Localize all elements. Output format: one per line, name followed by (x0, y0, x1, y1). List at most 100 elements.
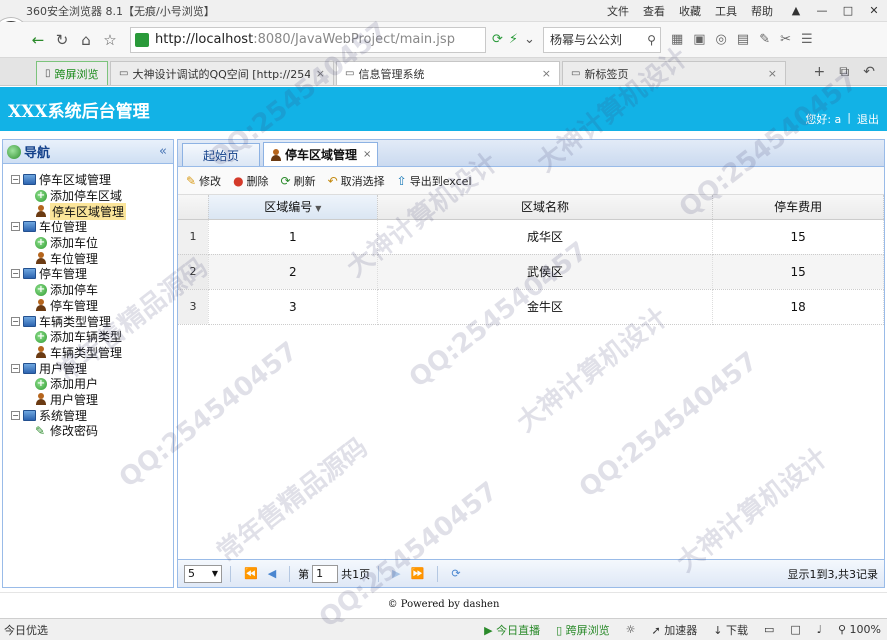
add-icon: + (35, 377, 47, 390)
export-excel-button[interactable]: ⇧ 导出到excel (397, 173, 472, 189)
status-window-icon[interactable]: □ (790, 623, 800, 636)
note-icon[interactable]: ✎ (759, 32, 770, 47)
status-ie-icon[interactable]: ☼ (626, 623, 636, 636)
next-page-icon[interactable]: ▶ (392, 567, 400, 580)
column-header-area-name[interactable]: 区域名称 (377, 195, 714, 220)
nav-item-change-password[interactable]: ✎ 修改密码 (3, 423, 173, 439)
refresh-cycle-icon[interactable]: ⟳ (492, 32, 503, 47)
nav-group-parking-area[interactable]: − 停车区域管理 (3, 172, 173, 188)
star-icon[interactable]: ☆ (98, 31, 122, 49)
tab-home[interactable]: 起始页 (182, 143, 261, 166)
column-header-fee[interactable]: 停车费用 (712, 195, 884, 220)
tab-close-icon[interactable]: × (762, 67, 777, 80)
reload-icon[interactable]: ↻ (50, 31, 74, 49)
column-header-area-id[interactable]: 区域编号 ▼ (208, 195, 378, 220)
logout-link[interactable]: 退出 (857, 111, 879, 127)
nav-item-user-manage[interactable]: 用户管理 (3, 392, 173, 408)
collapse-toggle-icon[interactable]: − (11, 316, 20, 326)
refresh-button[interactable]: ⟳ 刷新 (281, 173, 316, 189)
tab-qq-zone[interactable]: ▭ 大神设计调试的QQ空间 [http://2545... × (110, 61, 334, 85)
nav-group-system[interactable]: − 系统管理 (3, 407, 173, 423)
page-icon: ▭ (345, 68, 355, 79)
delete-button[interactable]: ● 删除 (233, 173, 268, 189)
nav-item-parking-manage[interactable]: 停车管理 (3, 298, 173, 314)
search-icon[interactable]: ⚲ (647, 33, 656, 47)
menu-help[interactable]: 帮助 (751, 3, 773, 19)
nav-item-add-parking-space[interactable]: + 添加车位 (3, 235, 173, 251)
main-tab-bar: 起始页 停车区域管理 × (178, 140, 884, 167)
table-row[interactable]: 2 2 武侯区 15 (178, 254, 884, 290)
tab-parking-area-manage[interactable]: 停车区域管理 × (263, 142, 379, 166)
cell-area-id: 2 (208, 254, 378, 290)
collapse-toggle-icon[interactable]: − (11, 410, 20, 420)
home-icon[interactable]: ⌂ (74, 31, 98, 49)
maximize-icon[interactable]: □ (835, 4, 861, 17)
lightning-icon[interactable]: ⚡ (509, 32, 518, 47)
nav-item-vehicle-type-manage[interactable]: 车辆类型管理 (3, 345, 173, 361)
computer-icon (23, 174, 36, 186)
guard-icon[interactable]: ◎ (716, 32, 727, 47)
tab-split-browse[interactable]: ▯ 跨屏浏览 (36, 61, 108, 85)
collapse-icon[interactable]: « (159, 144, 167, 159)
status-today-picks[interactable]: 今日优选 (0, 622, 48, 638)
tab-new-tab[interactable]: ▭ 新标签页 × (562, 61, 786, 85)
status-split-browse[interactable]: ▯ 跨屏浏览 (556, 622, 610, 638)
search-input[interactable]: 杨幂与公公刘 ⚲ (542, 26, 661, 53)
table-row[interactable]: 1 1 成华区 15 (178, 219, 884, 255)
edit-button[interactable]: ✎ 修改 (186, 173, 221, 189)
tab-close-icon[interactable]: × (363, 149, 371, 160)
bookmark-icon[interactable]: ▣ (693, 32, 705, 47)
nav-item-label: 车位管理 (50, 251, 99, 266)
status-accelerate[interactable]: ➚ 加速器 (652, 622, 698, 638)
menu-view[interactable]: 查看 (643, 3, 665, 19)
apps-icon[interactable]: ▦ (671, 32, 683, 47)
last-page-icon[interactable]: ⏩ (411, 567, 425, 580)
cancel-select-button[interactable]: ↶ 取消选择 (328, 173, 385, 189)
nav-item-add-parking[interactable]: + 添加停车 (3, 282, 173, 298)
collapse-toggle-icon[interactable]: − (11, 222, 20, 232)
page-size-select[interactable]: 5 ▼ (184, 564, 222, 583)
back-icon[interactable]: ← (26, 31, 50, 49)
close-icon[interactable]: ✕ (861, 4, 887, 17)
page-number-input[interactable]: 1 (312, 564, 339, 583)
collapse-toggle-icon[interactable]: − (11, 363, 20, 373)
nav-group-user[interactable]: − 用户管理 (3, 360, 173, 376)
nav-group-parking[interactable]: − 停车管理 (3, 266, 173, 282)
new-tab-icon[interactable]: + (814, 64, 826, 80)
menu-tools[interactable]: 工具 (715, 3, 737, 19)
status-right-group: ▶ 今日直播 ▯ 跨屏浏览 ☼ ➚ 加速器 ↓ 下载 ▭ □ ♩ ⚲ 100% (484, 622, 887, 638)
status-live[interactable]: ▶ 今日直播 (484, 622, 540, 638)
minimize-icon[interactable]: — (809, 4, 835, 17)
collapse-toggle-icon[interactable]: − (11, 269, 20, 279)
chevron-down-icon[interactable]: ⌄ (524, 32, 535, 47)
restore-tabs-icon[interactable]: ⧉ (839, 64, 849, 80)
translate-icon[interactable]: ▤ (737, 32, 749, 47)
nav-item-add-vehicle-type[interactable]: + 添加车辆类型 (3, 329, 173, 345)
menu-file[interactable]: 文件 (607, 3, 629, 19)
nav-item-add-parking-area[interactable]: + 添加停车区域 (3, 188, 173, 204)
tab-close-icon[interactable]: × (310, 67, 325, 80)
shirt-icon[interactable]: ▲ (783, 4, 809, 17)
prev-page-icon[interactable]: ◀ (268, 567, 276, 580)
menu-icon[interactable]: ☰ (801, 32, 813, 47)
undo-close-icon[interactable]: ↶ (863, 64, 875, 80)
volume-icon[interactable]: ♩ (817, 623, 822, 636)
reload-page-icon[interactable]: ⟳ (451, 567, 460, 580)
page-icon: ▭ (571, 68, 581, 79)
collapse-toggle-icon[interactable]: − (11, 175, 20, 185)
nav-item-add-user[interactable]: + 添加用户 (3, 376, 173, 392)
nav-item-parking-area-manage[interactable]: 停车区域管理 (3, 202, 173, 220)
first-page-icon[interactable]: ⏪ (244, 567, 258, 580)
nav-group-parking-space[interactable]: − 车位管理 (3, 219, 173, 235)
nav-item-parking-space-manage[interactable]: 车位管理 (3, 250, 173, 266)
status-download[interactable]: ↓ 下载 (713, 622, 748, 638)
tab-close-icon[interactable]: × (536, 67, 551, 80)
menu-favorites[interactable]: 收藏 (679, 3, 701, 19)
status-doc-icon[interactable]: ▭ (764, 623, 774, 636)
url-input[interactable]: http://localhost :8080/JavaWebProject/ma… (130, 26, 486, 53)
zoom-level[interactable]: ⚲ 100% (838, 623, 881, 636)
screenshot-icon[interactable]: ✂ (780, 32, 791, 47)
tab-info-system[interactable]: ▭ 信息管理系统 × (336, 61, 560, 85)
table-row[interactable]: 3 3 金牛区 18 (178, 289, 884, 325)
nav-group-vehicle-type[interactable]: − 车辆类型管理 (3, 313, 173, 329)
